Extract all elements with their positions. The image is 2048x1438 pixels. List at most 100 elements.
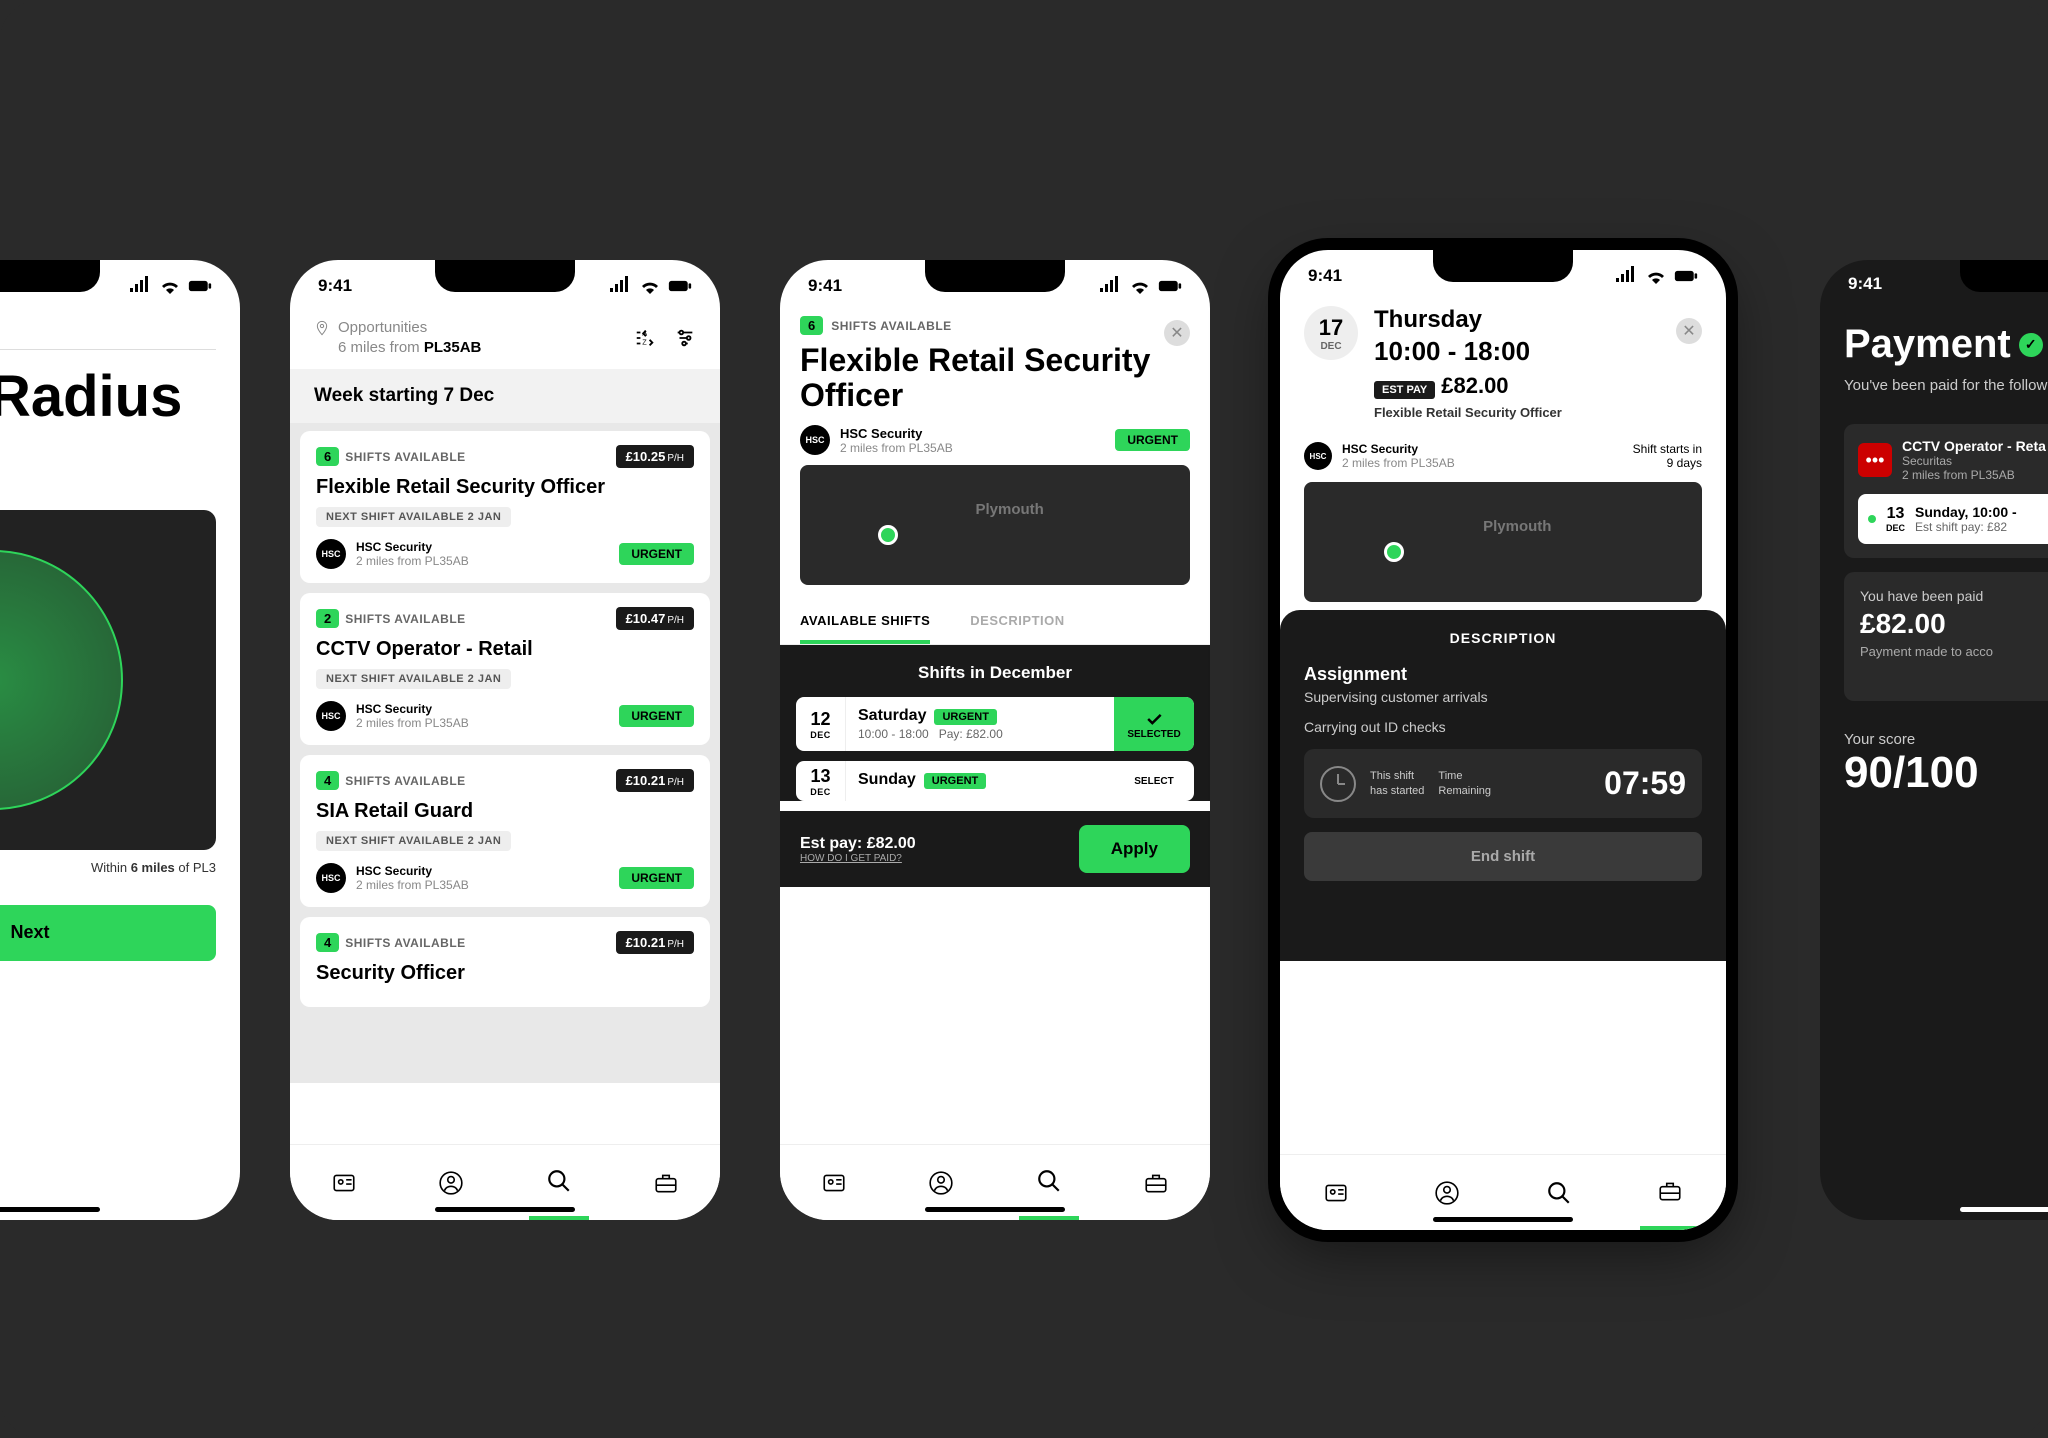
check-icon: ✓ xyxy=(2019,333,2043,357)
map[interactable]: Plymouth xyxy=(1304,482,1702,602)
pay-amount: £82.00 xyxy=(1441,373,1508,398)
radius-map[interactable] xyxy=(0,510,216,850)
tab-available-shifts[interactable]: AVAILABLE SHIFTS xyxy=(800,613,930,644)
job-title: Security Officer xyxy=(316,962,694,985)
job-company: Securitas xyxy=(1902,454,2046,468)
shifts-label: SHIFTS AVAILABLE xyxy=(345,936,465,950)
description-panel: DESCRIPTION Assignment Supervising custo… xyxy=(1280,610,1726,961)
company-name: HSC Security xyxy=(356,864,469,878)
sort-icon[interactable]: AZ xyxy=(634,327,656,349)
payment-card[interactable]: ••• CCTV Operator - Reta Securitas 2 mil… xyxy=(1844,424,2048,558)
status-icons xyxy=(1098,274,1182,298)
map-city: Plymouth xyxy=(976,501,1044,518)
day-name: Saturday xyxy=(858,707,926,724)
urgent-badge: URGENT xyxy=(924,773,986,789)
map-pin xyxy=(1384,542,1404,562)
job-title: CCTV Operator - Retail xyxy=(316,638,694,661)
home-indicator[interactable] xyxy=(1960,1207,2048,1212)
radius-circle xyxy=(0,550,123,810)
price-badge: £10.47P/H xyxy=(616,607,694,630)
job-card[interactable]: 4SHIFTS AVAILABLE £10.21P/H Security Off… xyxy=(300,917,710,1007)
shifts-label: SHIFTS AVAILABLE xyxy=(345,612,465,626)
assignment-line-2: Carrying out ID checks xyxy=(1304,719,1702,735)
next-button[interactable]: Next xyxy=(0,905,216,961)
close-button[interactable]: ✕ xyxy=(1164,320,1190,346)
urgent-badge: URGENT xyxy=(934,709,996,725)
assignment-line-1: Supervising customer arrivals xyxy=(1304,689,1702,705)
job-card[interactable]: 2SHIFTS AVAILABLE £10.47P/H CCTV Operato… xyxy=(300,593,710,745)
tab-id[interactable] xyxy=(1306,1155,1366,1230)
clock-icon xyxy=(1320,766,1356,802)
map-city: Plymouth xyxy=(1483,518,1551,535)
company-logo: HSC xyxy=(316,701,346,731)
status-time: 9:41 xyxy=(808,276,842,296)
company-name: HSC Security xyxy=(840,426,953,441)
map[interactable]: Plymouth xyxy=(800,465,1190,585)
est-pay: Est pay: £82.00 xyxy=(800,835,916,853)
job-title: CCTV Operator - Reta xyxy=(1902,438,2046,454)
timer-value: 07:59 xyxy=(1604,765,1686,802)
section-title: Shifts in December xyxy=(796,663,1194,683)
price-badge: £10.21P/H xyxy=(616,931,694,954)
apply-button[interactable]: Apply xyxy=(1079,825,1190,873)
shift-row[interactable]: 12DEC SaturdayURGENT 10:00 - 18:00 Pay: … xyxy=(796,697,1194,751)
urgent-badge: URGENT xyxy=(619,543,694,565)
tab-briefcase[interactable] xyxy=(1126,1145,1186,1220)
shift-row[interactable]: 13DEC Sunday URGENT SELECT xyxy=(796,761,1194,801)
page-title: Shift Radius xyxy=(0,368,216,426)
status-icons xyxy=(1614,264,1698,288)
signal-icon xyxy=(1614,264,1638,288)
notch xyxy=(1433,250,1573,282)
company-logo: HSC xyxy=(1304,442,1332,470)
screen-job-detail: 9:41 ✕ 6 SHIFTS AVAILABLE Flexible Retai… xyxy=(780,260,1210,1220)
notch xyxy=(1960,260,2048,292)
job-card[interactable]: 4SHIFTS AVAILABLE £10.21P/H SIA Retail G… xyxy=(300,755,710,907)
job-title: Flexible Retail Security Officer xyxy=(316,476,694,499)
status-time: 9:41 xyxy=(1308,266,1342,286)
tab-description[interactable]: DESCRIPTION xyxy=(970,613,1064,644)
starts-value: 9 days xyxy=(1633,456,1702,470)
view-pay-link[interactable]: VIEW MY PAY xyxy=(1860,673,2048,685)
close-button[interactable]: ✕ xyxy=(1676,318,1702,344)
tabs: AVAILABLE SHIFTS DESCRIPTION xyxy=(780,595,1210,645)
day-name: Sunday xyxy=(858,771,916,788)
job-title: SIA Retail Guard xyxy=(316,800,694,823)
end-shift-button[interactable]: End shift xyxy=(1304,832,1702,881)
home-indicator[interactable] xyxy=(925,1207,1065,1212)
header: Opportunities 6 miles from PL35AB AZ xyxy=(290,306,720,369)
signal-icon xyxy=(608,274,632,298)
next-shift-badge: NEXT SHIFT AVAILABLE 2 JAN xyxy=(316,831,511,851)
select-cell[interactable]: SELECTED xyxy=(1114,697,1194,751)
battery-icon xyxy=(668,274,692,298)
urgent-badge: URGENT xyxy=(619,867,694,889)
timer-label-started: This shifthas started xyxy=(1370,769,1424,798)
tab-briefcase[interactable] xyxy=(636,1145,696,1220)
home-indicator[interactable] xyxy=(1433,1217,1573,1222)
status-time: 9:41 xyxy=(318,276,352,296)
company-name: HSC Security xyxy=(356,702,469,716)
tab-id[interactable] xyxy=(804,1145,864,1220)
est-pay-label: EST PAY xyxy=(1374,381,1435,399)
shift-name: Sunday, 10:00 - xyxy=(1915,504,2017,520)
company-dist: 2 miles from PL35AB xyxy=(356,554,469,568)
select-cell[interactable]: SELECT xyxy=(1114,761,1194,801)
tab-id[interactable] xyxy=(314,1145,374,1220)
paid-summary: You have been paid £82.00 Payment made t… xyxy=(1844,572,2048,701)
tab-briefcase[interactable] xyxy=(1640,1155,1700,1230)
battery-icon xyxy=(1158,274,1182,298)
company-dist: 2 miles from PL35AB xyxy=(1342,456,1455,470)
date-cell: 13DEC xyxy=(796,761,846,801)
company-logo: HSC xyxy=(800,425,830,455)
map-pin xyxy=(878,525,898,545)
home-indicator[interactable] xyxy=(0,1207,100,1212)
wifi-icon xyxy=(1128,274,1152,298)
job-list[interactable]: 6SHIFTS AVAILABLE £10.25P/H Flexible Ret… xyxy=(290,423,720,1083)
pay-link[interactable]: HOW DO I GET PAID? xyxy=(800,853,916,864)
home-indicator[interactable] xyxy=(435,1207,575,1212)
company-name: HSC Security xyxy=(1342,442,1455,456)
company-dist: 2 miles from PL35AB xyxy=(356,878,469,892)
job-card[interactable]: 6SHIFTS AVAILABLE £10.25P/H Flexible Ret… xyxy=(300,431,710,583)
status-icons xyxy=(608,274,692,298)
filter-icon[interactable] xyxy=(674,327,696,349)
wifi-icon xyxy=(638,274,662,298)
